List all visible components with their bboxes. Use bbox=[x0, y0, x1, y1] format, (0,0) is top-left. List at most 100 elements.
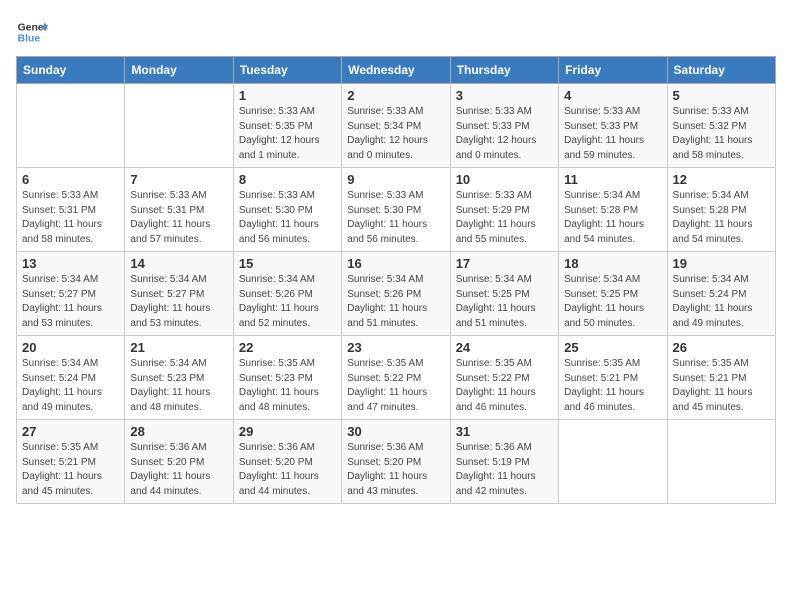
day-number: 16 bbox=[347, 256, 444, 271]
day-info: Sunrise: 5:34 AMSunset: 5:27 PMDaylight:… bbox=[130, 273, 227, 331]
day-info: Sunrise: 5:34 AMSunset: 5:27 PMDaylight:… bbox=[22, 273, 119, 331]
day-number: 18 bbox=[564, 256, 661, 271]
weekday-header-wednesday: Wednesday bbox=[342, 57, 450, 84]
calendar-cell: 13 Sunrise: 5:34 AMSunset: 5:27 PMDayligh… bbox=[17, 252, 125, 336]
day-info: Sunrise: 5:34 AMSunset: 5:23 PMDaylight:… bbox=[130, 357, 227, 415]
day-info: Sunrise: 5:35 AMSunset: 5:22 PMDaylight:… bbox=[456, 357, 553, 415]
calendar-cell: 4 Sunrise: 5:33 AMSunset: 5:33 PMDaylight… bbox=[559, 84, 667, 168]
day-info: Sunrise: 5:34 AMSunset: 5:28 PMDaylight:… bbox=[673, 189, 770, 247]
calendar-table: SundayMondayTuesdayWednesdayThursdayFrid… bbox=[16, 56, 776, 504]
calendar-cell: 11Sunrise: 5:34 AMSunset: 5:28 PMDayligh… bbox=[559, 168, 667, 252]
calendar-cell: 15Sunrise: 5:34 AMSunset: 5:26 PMDayligh… bbox=[233, 252, 341, 336]
day-number: 24 bbox=[456, 340, 553, 355]
day-info: Sunrise: 5:33 AMSunset: 5:35 PMDaylight:… bbox=[239, 105, 336, 163]
calendar-cell: 9 Sunrise: 5:33 AMSunset: 5:30 PMDaylight… bbox=[342, 168, 450, 252]
day-info: Sunrise: 5:34 AMSunset: 5:24 PMDaylight:… bbox=[673, 273, 770, 331]
weekday-header-monday: Monday bbox=[125, 57, 233, 84]
day-info: Sunrise: 5:36 AMSunset: 5:20 PMDaylight:… bbox=[347, 441, 444, 499]
day-info: Sunrise: 5:33 AMSunset: 5:29 PMDaylight:… bbox=[456, 189, 553, 247]
day-info: Sunrise: 5:34 AMSunset: 5:25 PMDaylight:… bbox=[456, 273, 553, 331]
week-row-4: 20 Sunrise: 5:34 AMSunset: 5:24 PMDayligh… bbox=[17, 336, 776, 420]
day-number: 9 bbox=[347, 172, 444, 187]
day-info: Sunrise: 5:35 AMSunset: 5:21 PMDaylight:… bbox=[564, 357, 661, 415]
day-info: Sunrise: 5:33 AMSunset: 5:32 PMDaylight:… bbox=[673, 105, 770, 163]
day-number: 4 bbox=[564, 88, 661, 103]
calendar-cell: 27 Sunrise: 5:35 AMSunset: 5:21 PMDayligh… bbox=[17, 420, 125, 504]
calendar-cell: 12 Sunrise: 5:34 AMSunset: 5:28 PMDayligh… bbox=[667, 168, 775, 252]
day-info: Sunrise: 5:33 AMSunset: 5:30 PMDaylight:… bbox=[347, 189, 444, 247]
weekday-header-tuesday: Tuesday bbox=[233, 57, 341, 84]
calendar-cell: 19 Sunrise: 5:34 AMSunset: 5:24 PMDayligh… bbox=[667, 252, 775, 336]
day-number: 2 bbox=[347, 88, 444, 103]
calendar-cell: 28Sunrise: 5:36 AMSunset: 5:20 PMDayligh… bbox=[125, 420, 233, 504]
calendar-cell: 30 Sunrise: 5:36 AMSunset: 5:20 PMDayligh… bbox=[342, 420, 450, 504]
calendar-cell: 22 Sunrise: 5:35 AMSunset: 5:23 PMDayligh… bbox=[233, 336, 341, 420]
day-info: Sunrise: 5:36 AMSunset: 5:19 PMDaylight:… bbox=[456, 441, 553, 499]
day-number: 6 bbox=[22, 172, 119, 187]
logo-icon: General Blue bbox=[16, 16, 48, 48]
day-info: Sunrise: 5:35 AMSunset: 5:22 PMDaylight:… bbox=[347, 357, 444, 415]
day-number: 27 bbox=[22, 424, 119, 439]
svg-text:Blue: Blue bbox=[18, 34, 41, 45]
day-info: Sunrise: 5:33 AMSunset: 5:31 PMDaylight:… bbox=[130, 189, 227, 247]
calendar-cell: 16 Sunrise: 5:34 AMSunset: 5:26 PMDayligh… bbox=[342, 252, 450, 336]
day-info: Sunrise: 5:34 AMSunset: 5:25 PMDaylight:… bbox=[564, 273, 661, 331]
day-info: Sunrise: 5:36 AMSunset: 5:20 PMDaylight:… bbox=[239, 441, 336, 499]
calendar-cell: 5Sunrise: 5:33 AMSunset: 5:32 PMDaylight… bbox=[667, 84, 775, 168]
day-number: 7 bbox=[130, 172, 227, 187]
calendar-cell: 8 Sunrise: 5:33 AMSunset: 5:30 PMDaylight… bbox=[233, 168, 341, 252]
header: General Blue bbox=[16, 16, 776, 48]
calendar-cell: 14 Sunrise: 5:34 AMSunset: 5:27 PMDayligh… bbox=[125, 252, 233, 336]
calendar-cell bbox=[667, 420, 775, 504]
calendar-cell: 25 Sunrise: 5:35 AMSunset: 5:21 PMDayligh… bbox=[559, 336, 667, 420]
calendar-cell: 23 Sunrise: 5:35 AMSunset: 5:22 PMDayligh… bbox=[342, 336, 450, 420]
week-row-5: 27 Sunrise: 5:35 AMSunset: 5:21 PMDayligh… bbox=[17, 420, 776, 504]
day-number: 30 bbox=[347, 424, 444, 439]
logo: General Blue bbox=[16, 16, 48, 48]
calendar-cell: 21 Sunrise: 5:34 AMSunset: 5:23 PMDayligh… bbox=[125, 336, 233, 420]
calendar-cell: 6 Sunrise: 5:33 AMSunset: 5:31 PMDaylight… bbox=[17, 168, 125, 252]
calendar-cell: 31 Sunrise: 5:36 AMSunset: 5:19 PMDayligh… bbox=[450, 420, 558, 504]
day-number: 13 bbox=[22, 256, 119, 271]
day-info: Sunrise: 5:35 AMSunset: 5:23 PMDaylight:… bbox=[239, 357, 336, 415]
day-number: 12 bbox=[673, 172, 770, 187]
calendar-cell: 29 Sunrise: 5:36 AMSunset: 5:20 PMDayligh… bbox=[233, 420, 341, 504]
calendar-cell: 26Sunrise: 5:35 AMSunset: 5:21 PMDayligh… bbox=[667, 336, 775, 420]
day-number: 1 bbox=[239, 88, 336, 103]
day-number: 25 bbox=[564, 340, 661, 355]
weekday-header-friday: Friday bbox=[559, 57, 667, 84]
day-number: 28 bbox=[130, 424, 227, 439]
day-number: 11 bbox=[564, 172, 661, 187]
day-number: 21 bbox=[130, 340, 227, 355]
week-row-1: 1 Sunrise: 5:33 AMSunset: 5:35 PMDaylight… bbox=[17, 84, 776, 168]
week-row-3: 13 Sunrise: 5:34 AMSunset: 5:27 PMDayligh… bbox=[17, 252, 776, 336]
day-info: Sunrise: 5:33 AMSunset: 5:30 PMDaylight:… bbox=[239, 189, 336, 247]
weekday-header-thursday: Thursday bbox=[450, 57, 558, 84]
day-info: Sunrise: 5:35 AMSunset: 5:21 PMDaylight:… bbox=[22, 441, 119, 499]
calendar-cell bbox=[559, 420, 667, 504]
calendar-cell: 20 Sunrise: 5:34 AMSunset: 5:24 PMDayligh… bbox=[17, 336, 125, 420]
day-number: 14 bbox=[130, 256, 227, 271]
weekday-header-saturday: Saturday bbox=[667, 57, 775, 84]
day-info: Sunrise: 5:34 AMSunset: 5:24 PMDaylight:… bbox=[22, 357, 119, 415]
calendar-cell: 1 Sunrise: 5:33 AMSunset: 5:35 PMDaylight… bbox=[233, 84, 341, 168]
day-info: Sunrise: 5:33 AMSunset: 5:33 PMDaylight:… bbox=[456, 105, 553, 163]
calendar-cell: 18 Sunrise: 5:34 AMSunset: 5:25 PMDayligh… bbox=[559, 252, 667, 336]
day-info: Sunrise: 5:35 AMSunset: 5:21 PMDaylight:… bbox=[673, 357, 770, 415]
calendar-cell: 2Sunrise: 5:33 AMSunset: 5:34 PMDaylight… bbox=[342, 84, 450, 168]
day-number: 8 bbox=[239, 172, 336, 187]
day-info: Sunrise: 5:34 AMSunset: 5:26 PMDaylight:… bbox=[347, 273, 444, 331]
day-number: 17 bbox=[456, 256, 553, 271]
weekday-header-sunday: Sunday bbox=[17, 57, 125, 84]
weekday-header-row: SundayMondayTuesdayWednesdayThursdayFrid… bbox=[17, 57, 776, 84]
day-info: Sunrise: 5:33 AMSunset: 5:33 PMDaylight:… bbox=[564, 105, 661, 163]
day-number: 31 bbox=[456, 424, 553, 439]
day-number: 20 bbox=[22, 340, 119, 355]
day-number: 22 bbox=[239, 340, 336, 355]
calendar-cell: 7 Sunrise: 5:33 AMSunset: 5:31 PMDaylight… bbox=[125, 168, 233, 252]
day-number: 23 bbox=[347, 340, 444, 355]
day-info: Sunrise: 5:33 AMSunset: 5:31 PMDaylight:… bbox=[22, 189, 119, 247]
day-number: 29 bbox=[239, 424, 336, 439]
day-number: 19 bbox=[673, 256, 770, 271]
calendar-cell: 3Sunrise: 5:33 AMSunset: 5:33 PMDaylight… bbox=[450, 84, 558, 168]
